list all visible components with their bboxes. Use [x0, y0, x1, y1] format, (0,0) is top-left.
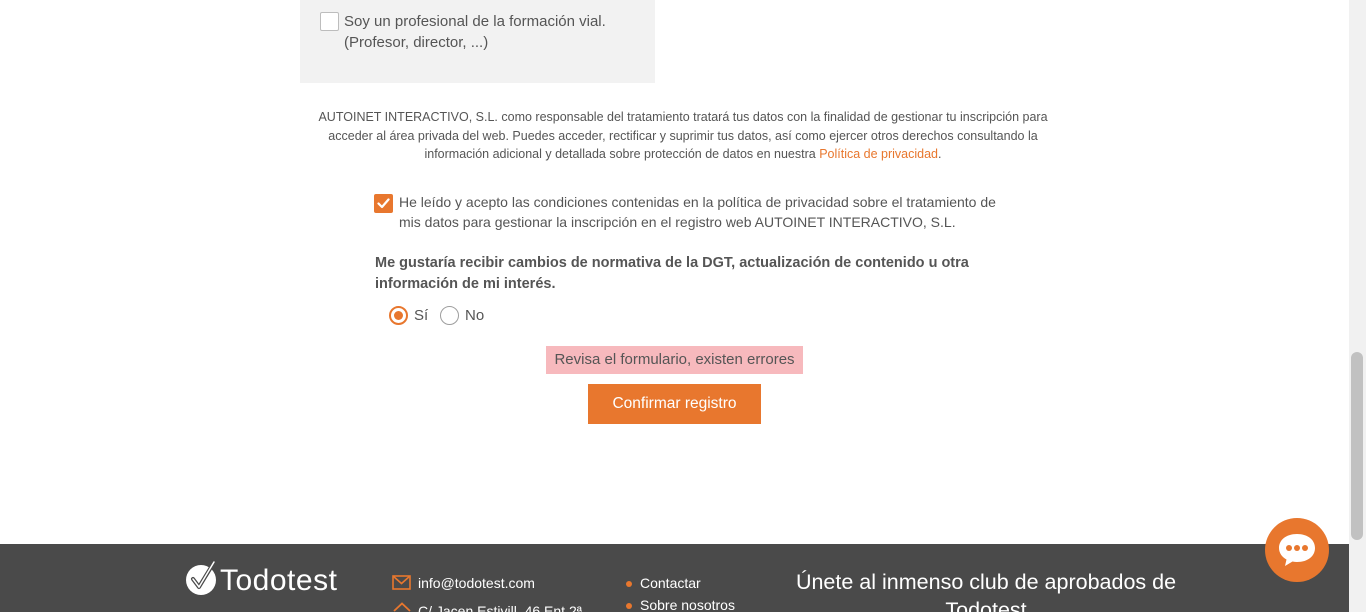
newsletter-radio-yes-label: Sí	[414, 307, 429, 324]
footer-email-text: info@todotest.com	[418, 575, 535, 591]
professional-checkbox[interactable]	[320, 12, 339, 31]
chat-bubble-icon	[1279, 534, 1315, 566]
accept-privacy-label: He leído y acepto las condiciones conten…	[399, 194, 996, 230]
newsletter-question: Me gustaría recibir cambios de normativa…	[375, 255, 969, 292]
accept-privacy-checkbox[interactable]	[374, 194, 393, 213]
envelope-icon	[392, 575, 411, 590]
form-error-banner: Revisa el formulario, existen errores	[546, 346, 803, 374]
confirm-registration-button[interactable]: Confirmar registro	[588, 384, 761, 424]
newsletter-radio-yes[interactable]	[389, 306, 408, 325]
privacy-notice-end: .	[938, 147, 942, 162]
home-icon	[393, 602, 411, 612]
footer-link-label: Contactar	[640, 575, 701, 591]
privacy-policy-link[interactable]: Política de privacidad	[819, 147, 938, 161]
bullet-icon	[626, 581, 632, 587]
newsletter-radio-no[interactable]	[440, 306, 459, 325]
footer-link-label: Sobre nosotros	[640, 597, 735, 612]
professional-label: Soy un profesional de la formación vial.…	[344, 13, 606, 51]
checkmark-icon	[377, 198, 390, 209]
bullet-icon	[626, 603, 632, 609]
footer: Todotest info@todotest.com C/ Jacen Esti…	[0, 544, 1349, 612]
footer-join-text: Únete al inmenso club de aprobados de To…	[795, 570, 1177, 612]
page-scrollbar[interactable]	[1349, 0, 1366, 612]
chat-button[interactable]	[1265, 518, 1329, 582]
professional-panel: Soy un profesional de la formación vial.…	[300, 0, 655, 83]
scrollbar-thumb[interactable]	[1351, 352, 1363, 540]
checkmark-logo-icon	[186, 561, 216, 595]
logo-text: Todotest	[220, 564, 338, 597]
privacy-notice: AUTOINET INTERACTIVO, S.L. como responsa…	[300, 108, 1066, 164]
footer-address-text: C/ Jacen Estivill, 46 Ent 2ª	[418, 603, 582, 612]
newsletter-radio-no-label: No	[465, 307, 485, 324]
